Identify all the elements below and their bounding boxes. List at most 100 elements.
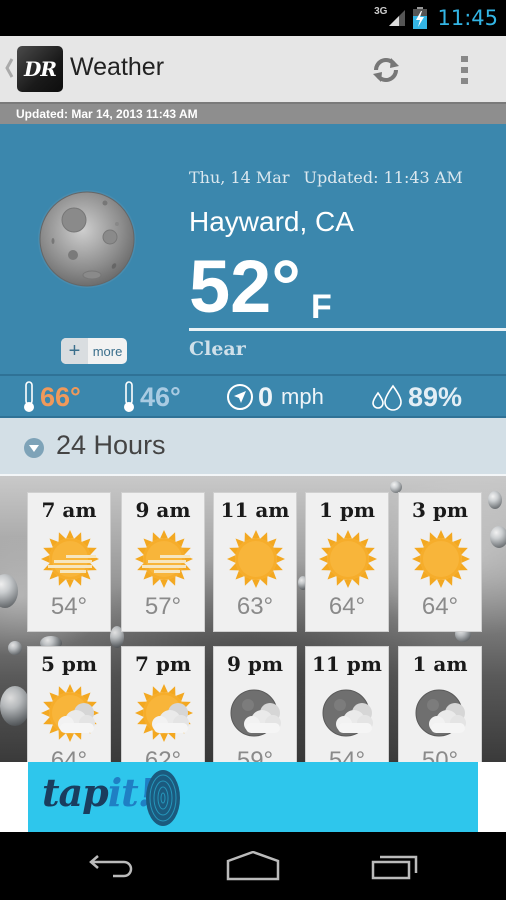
humidity: 89% xyxy=(370,379,462,415)
updated-strip: Updated: Mar 14, 2013 11:43 AM xyxy=(0,102,506,124)
wind-value: 0 xyxy=(258,381,274,412)
battery-charging-icon xyxy=(413,7,428,29)
low-temp: 46° xyxy=(122,379,181,415)
hour-temperature: 64° xyxy=(328,593,366,620)
wind-direction-icon xyxy=(227,384,253,410)
hour-temperature: 62° xyxy=(144,747,182,762)
hour-card[interactable]: 1 pm 64° xyxy=(305,492,389,632)
ad-logo: tapit! xyxy=(42,770,154,815)
temperature-unit: F xyxy=(311,288,332,326)
overflow-menu-button[interactable] xyxy=(450,50,480,90)
ad-banner[interactable]: tapit! xyxy=(28,762,478,832)
hour-card[interactable]: 3 pm 64° xyxy=(398,492,482,632)
hour-temperature: 54° xyxy=(50,593,88,620)
sun-fog-icon xyxy=(41,530,99,588)
divider xyxy=(189,328,506,331)
hour-time: 7 pm xyxy=(134,652,192,676)
status-bar: 3G 11:45 xyxy=(0,0,506,36)
hour-card[interactable]: 5 pm 64° xyxy=(27,646,111,762)
thermometer-low-icon xyxy=(124,381,134,412)
moon-cloud-icon xyxy=(415,689,466,737)
back-button[interactable] xyxy=(78,846,148,886)
moon-cloud-icon xyxy=(322,689,373,737)
hour-temperature: 63° xyxy=(236,593,274,620)
hour-time: 1 pm xyxy=(318,498,376,522)
clock: 11:45 xyxy=(437,6,498,30)
hour-card[interactable]: 11 pm 54° xyxy=(305,646,389,762)
navigation-bar xyxy=(0,832,506,900)
hour-temperature: 54° xyxy=(328,747,366,762)
hour-time: 3 pm xyxy=(411,498,469,522)
recents-button[interactable] xyxy=(360,846,430,886)
sun-fog-icon xyxy=(135,530,193,588)
hour-temperature: 50° xyxy=(421,747,459,762)
ad-brand-prefix: tap xyxy=(42,770,109,815)
hour-card[interactable]: 9 pm 59° xyxy=(213,646,297,762)
humidity-value: 89% xyxy=(408,381,463,412)
current-conditions: + more Thu, 14 Mar Updated: 11:43 AM Hayw… xyxy=(0,124,506,374)
raindrop xyxy=(8,641,22,655)
hourly-forecast: 7 am 54° 9 am 57° 11 am 63° 1 pm 64° 3 pm 64° 5 pm… xyxy=(0,476,506,762)
more-label: more xyxy=(92,343,123,359)
wind-unit: mph xyxy=(281,384,324,409)
more-button[interactable]: + more xyxy=(61,338,127,364)
hour-time: 7 am xyxy=(41,498,97,522)
hours-section-title: 24 Hours xyxy=(56,430,166,460)
date-line: Thu, 14 Mar Updated: 11:43 AM xyxy=(189,168,463,187)
current-updated: Updated: 11:43 AM xyxy=(303,168,463,187)
hour-time: 11 am xyxy=(220,498,290,522)
app-logo[interactable]: DR xyxy=(17,46,63,92)
hour-card[interactable]: 7 pm 62° xyxy=(121,646,205,762)
plus-icon: + xyxy=(61,338,88,364)
hour-time: 9 am xyxy=(135,498,191,522)
home-button[interactable] xyxy=(218,846,288,886)
raindrop xyxy=(488,491,502,509)
hour-time: 9 pm xyxy=(226,652,284,676)
ad-area: tapit! xyxy=(0,762,506,832)
refresh-icon xyxy=(373,58,399,82)
high-temp: 66° xyxy=(22,379,81,415)
raindrop xyxy=(0,686,30,726)
collapse-toggle-icon[interactable] xyxy=(24,438,44,458)
hour-card[interactable]: 9 am 57° xyxy=(121,492,205,632)
humidity-icon xyxy=(372,384,402,411)
hour-time: 5 pm xyxy=(40,652,98,676)
high-temp-value: 66° xyxy=(40,381,81,412)
hour-card[interactable]: 7 am 54° xyxy=(27,492,111,632)
condition-text: Clear xyxy=(189,338,246,360)
sun-icon xyxy=(227,530,285,588)
location-name: Hayward, CA xyxy=(189,206,354,237)
signal-icon xyxy=(389,10,406,26)
current-date: Thu, 14 Mar xyxy=(189,168,290,187)
hour-card[interactable]: 11 am 63° xyxy=(213,492,297,632)
back-icon xyxy=(89,855,133,878)
refresh-button[interactable] xyxy=(366,50,406,90)
app-title: Weather xyxy=(70,53,165,81)
hour-card[interactable]: 1 am 50° xyxy=(398,646,482,762)
hours-section-header[interactable]: 24 Hours xyxy=(0,418,506,476)
home-icon xyxy=(226,851,280,881)
network-type: 3G xyxy=(374,5,388,17)
hour-time: 1 am xyxy=(412,652,468,676)
sun-cloud-icon xyxy=(135,684,193,742)
hour-temperature: 64° xyxy=(50,747,88,762)
raindrop xyxy=(0,574,18,608)
moon-icon xyxy=(38,190,136,288)
hour-temperature: 59° xyxy=(236,747,274,762)
updated-text: Updated: Mar 14, 2013 11:43 AM xyxy=(16,107,198,121)
hour-temperature: 64° xyxy=(421,593,459,620)
hour-time: 11 pm xyxy=(312,652,382,676)
recents-icon xyxy=(371,855,418,880)
sun-icon xyxy=(412,530,470,588)
raindrop xyxy=(490,526,506,548)
current-temperature: 52° xyxy=(189,245,301,328)
sun-cloud-icon xyxy=(41,684,99,742)
up-caret-icon[interactable] xyxy=(4,57,14,79)
moon-cloud-icon xyxy=(230,689,281,737)
stats-row: 66° 46° 0 mph 89% xyxy=(0,374,506,418)
thermometer-high-icon xyxy=(24,381,34,412)
hour-temperature: 57° xyxy=(144,593,182,620)
wind: 0 mph xyxy=(226,379,324,415)
overflow-menu-icon xyxy=(461,56,468,84)
low-temp-value: 46° xyxy=(140,381,181,412)
